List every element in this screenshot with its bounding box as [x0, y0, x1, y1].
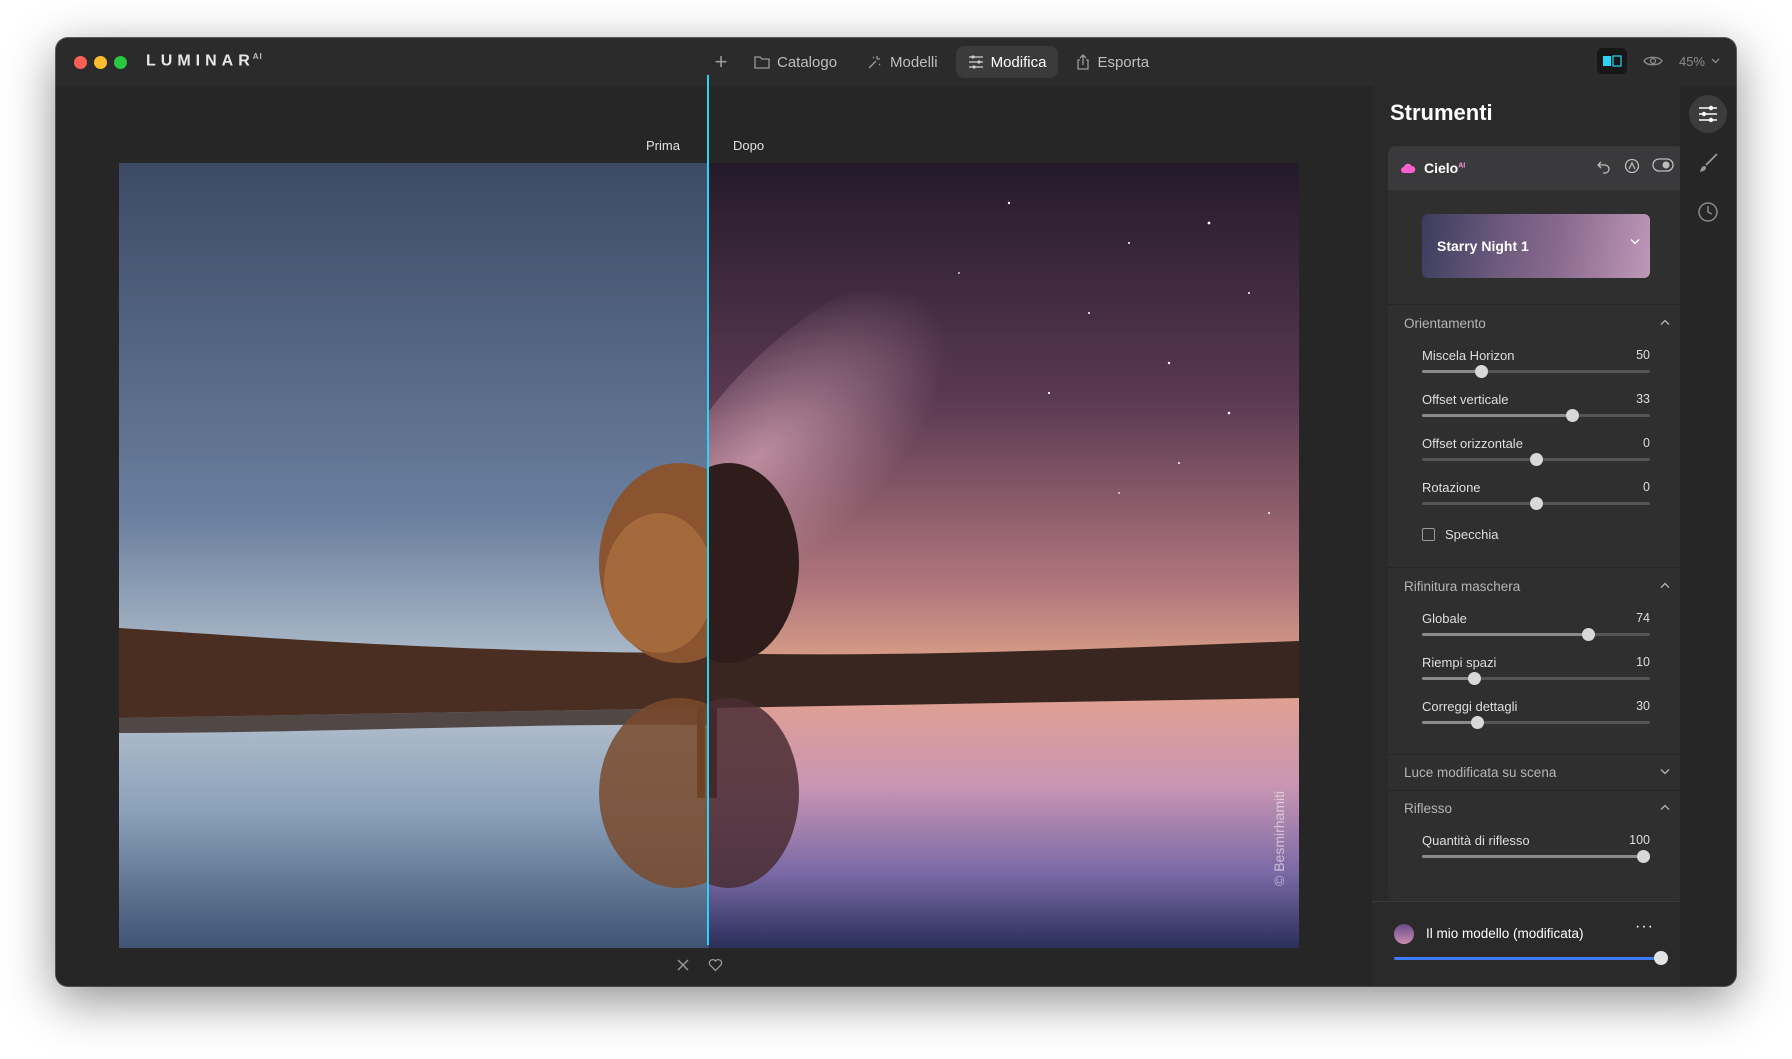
sky-tool-header[interactable]: CieloAI [1388, 146, 1684, 190]
share-icon [1077, 54, 1090, 70]
add-photos-button[interactable]: + [706, 46, 736, 78]
zoom-window-button[interactable] [114, 56, 127, 69]
section-title[interactable]: Rifinitura maschera [1404, 579, 1520, 594]
slider-knob[interactable] [1530, 453, 1543, 466]
tab-catalogo[interactable]: Catalogo [742, 46, 849, 78]
slider-knob[interactable] [1654, 951, 1668, 965]
template-amount-slider[interactable] [1394, 957, 1660, 960]
tool-rail [1680, 86, 1736, 986]
clock-icon [1698, 202, 1718, 222]
slider-knob[interactable] [1475, 365, 1489, 378]
watermark: © Besmirhamiti [1271, 790, 1287, 886]
app-window: LUMINARAI + Catalogo Modelli Modifica Es… [56, 38, 1736, 986]
tab-esporta[interactable]: Esporta [1064, 46, 1161, 78]
reject-icon[interactable] [676, 958, 690, 972]
slider-knob[interactable] [1637, 850, 1651, 863]
chevron-up-icon[interactable] [1660, 319, 1670, 326]
template-thumbnail [1394, 924, 1414, 944]
brush-icon [1700, 153, 1718, 172]
checkbox[interactable] [1422, 528, 1435, 541]
section-title[interactable]: Orientamento [1404, 316, 1486, 331]
after-image [709, 163, 1299, 948]
chevron-up-icon[interactable] [1660, 804, 1670, 811]
sliders-icon [1699, 105, 1717, 123]
section-riflesso: Riflesso Quantità di riflesso 100 [1388, 790, 1684, 901]
compare-divider-handle[interactable] [707, 75, 709, 945]
minimize-window-button[interactable] [94, 56, 107, 69]
sky-selection-dropdown[interactable]: Starry Night 1 [1422, 214, 1650, 278]
template-footer: Il mio modello (modificata) ··· [1372, 901, 1680, 986]
chevron-down-icon[interactable] [1660, 768, 1670, 775]
main-nav: + Catalogo Modelli Modifica Esporta [706, 46, 1161, 78]
specchia-checkbox[interactable]: Specchia [1422, 527, 1498, 542]
compare-toggle-button[interactable] [1596, 48, 1627, 74]
tab-modelli[interactable]: Modelli [855, 46, 950, 78]
slider-knob[interactable] [1582, 628, 1596, 641]
slider-knob[interactable] [1470, 716, 1484, 729]
chevron-down-icon [1711, 58, 1720, 64]
slider-knob[interactable] [1530, 497, 1543, 510]
tools-tab-button[interactable] [1689, 95, 1727, 133]
tab-modifica[interactable]: Modifica [955, 46, 1059, 78]
section-rifinitura-maschera: Rifinitura maschera Globale 74 Riempi sp… [1388, 567, 1684, 753]
view-tools: 45% [1596, 48, 1720, 74]
zoom-dropdown[interactable]: 45% [1679, 54, 1720, 69]
after-label: Dopo [733, 138, 765, 153]
sparkle-icon [868, 56, 881, 69]
app-logo: LUMINARAI [146, 52, 263, 70]
slider-knob[interactable] [1468, 672, 1482, 685]
sliders-icon [968, 55, 983, 69]
split-view-icon [1602, 55, 1622, 67]
section-title[interactable]: Riflesso [1404, 801, 1452, 816]
title-bar: LUMINARAI + Catalogo Modelli Modifica Es… [56, 38, 1736, 87]
folder-icon [754, 56, 770, 69]
section-luce-modificata: Luce modificata su scena [1388, 754, 1684, 789]
photo [119, 163, 1299, 948]
image-canvas: Prima Dopo © Besmirhamiti [56, 86, 1372, 986]
tools-panel: Strumenti CieloAI Starry Night 1 Orienta… [1372, 86, 1684, 986]
more-options-button[interactable]: ··· [1635, 918, 1654, 936]
slider-knob[interactable] [1566, 409, 1580, 422]
close-window-button[interactable] [74, 56, 87, 69]
template-name: Il mio modello (modificata) [1426, 926, 1584, 941]
history-tab-button[interactable] [1689, 193, 1727, 231]
panel-title: Strumenti [1390, 100, 1493, 125]
rating-bar [676, 958, 723, 972]
section-title[interactable]: Luce modificata su scena [1404, 765, 1556, 780]
cloud-icon [1401, 163, 1416, 173]
section-orientamento: Orientamento Miscela Horizon 50 Offset v… [1388, 304, 1684, 567]
heart-icon[interactable] [708, 958, 723, 972]
undo-icon[interactable] [1596, 158, 1612, 174]
visibility-toggle-icon[interactable] [1652, 158, 1674, 172]
chevron-up-icon[interactable] [1660, 582, 1670, 589]
sky-tool-card: CieloAI Starry Night 1 Orientamento Misc… [1388, 146, 1684, 901]
before-label: Prima [646, 138, 680, 153]
before-image [119, 163, 709, 948]
chevron-down-icon [1630, 239, 1640, 245]
brush-tab-button[interactable] [1689, 144, 1727, 182]
eye-icon[interactable] [1643, 54, 1663, 68]
ai-mask-icon[interactable] [1624, 158, 1640, 174]
